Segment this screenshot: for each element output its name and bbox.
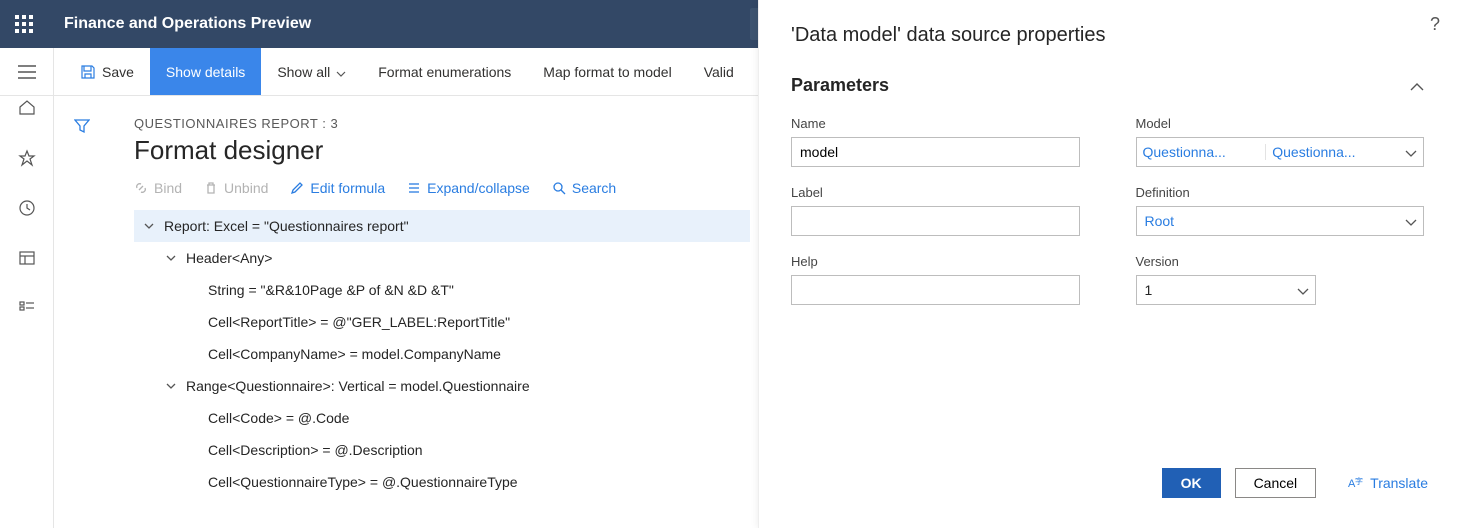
tree-row-label: Range<Questionnaire>: Vertical = model.Q… (186, 378, 530, 394)
tree-twist-icon[interactable] (140, 217, 158, 235)
translate-link[interactable]: A字 Translate (1348, 475, 1428, 491)
format-enum-label: Format enumerations (378, 64, 511, 80)
save-icon (80, 64, 96, 80)
parameters-section-header: Parameters (791, 75, 889, 96)
hamburger-menu[interactable] (0, 48, 54, 95)
tree-twist-icon (184, 409, 202, 427)
tree-twist-icon (184, 441, 202, 459)
tree-row[interactable]: Cell<Description> = @.Description (134, 434, 750, 466)
panel-title: 'Data model' data source properties (791, 24, 1424, 47)
definition-value: Root (1145, 213, 1175, 229)
tree-twist-icon[interactable] (162, 377, 180, 395)
svg-text:字: 字 (1355, 476, 1363, 486)
validate-label: Valid (704, 64, 734, 80)
link-icon (134, 181, 148, 195)
tree-row[interactable]: Report: Excel = "Questionnaires report" (134, 210, 750, 242)
model-label: Model (1136, 116, 1425, 131)
format-enumerations-button[interactable]: Format enumerations (362, 48, 527, 95)
definition-combo[interactable]: Root (1136, 206, 1425, 236)
tree-row-label: Cell<QuestionnaireType> = @.Questionnair… (208, 474, 518, 490)
label-label: Label (791, 185, 1080, 200)
tree-row[interactable]: Cell<CompanyName> = model.CompanyName (134, 338, 750, 370)
tree-row-label: Report: Excel = "Questionnaires report" (164, 218, 409, 234)
nav-workspaces-icon[interactable] (15, 246, 39, 270)
definition-label: Definition (1136, 185, 1425, 200)
tree-row[interactable]: Range<Questionnaire>: Vertical = model.Q… (134, 370, 750, 402)
breadcrumb: QUESTIONNAIRES REPORT : 3 (134, 116, 750, 131)
chevron-down-icon (1405, 144, 1417, 160)
model-value-2: Questionna... (1265, 144, 1395, 160)
ok-button[interactable]: OK (1162, 468, 1221, 498)
model-combo[interactable]: Questionna... Questionna... (1136, 137, 1425, 167)
menu-icon (18, 65, 36, 79)
tree-row[interactable]: Cell<ReportTitle> = @"GER_LABEL:ReportTi… (134, 306, 750, 338)
search-icon (552, 181, 566, 195)
help-label: Help (791, 254, 1080, 269)
save-button[interactable]: Save (64, 48, 150, 95)
tree-row-label: Cell<CompanyName> = model.CompanyName (208, 346, 501, 362)
cancel-button[interactable]: Cancel (1235, 468, 1317, 498)
tree-twist-icon (184, 281, 202, 299)
nav-home-icon[interactable] (15, 96, 39, 120)
tree-row-label: Cell<Code> = @.Code (208, 410, 349, 426)
app-title: Finance and Operations Preview (48, 15, 327, 33)
model-value-1: Questionna... (1137, 144, 1266, 160)
nav-modules-icon[interactable] (15, 296, 39, 320)
list-icon (407, 181, 421, 195)
trash-icon (204, 181, 218, 195)
tree-row-label: Cell<Description> = @.Description (208, 442, 423, 458)
version-label: Version (1136, 254, 1425, 269)
show-all-button[interactable]: Show all (261, 48, 362, 95)
tree-row-label: String = "&R&10Page &P of &N &D &T" (208, 282, 454, 298)
tree-row[interactable]: Cell<Code> = @.Code (134, 402, 750, 434)
chevron-down-icon (336, 64, 346, 80)
map-format-button[interactable]: Map format to model (527, 48, 687, 95)
name-field[interactable] (791, 137, 1080, 167)
tree-row[interactable]: String = "&R&10Page &P of &N &D &T" (134, 274, 750, 306)
collapse-section-icon[interactable] (1410, 78, 1424, 94)
edit-formula-button[interactable]: Edit formula (290, 180, 385, 196)
label-field[interactable] (791, 206, 1080, 236)
tree-row-label: Header<Any> (186, 250, 272, 266)
version-value: 1 (1145, 282, 1153, 298)
validate-button[interactable]: Valid (688, 48, 750, 95)
help-field[interactable] (791, 275, 1080, 305)
name-label: Name (791, 116, 1080, 131)
map-format-label: Map format to model (543, 64, 671, 80)
waffle-icon (15, 15, 33, 33)
show-all-label: Show all (277, 64, 330, 80)
save-label: Save (102, 64, 134, 80)
app-launcher[interactable] (0, 0, 48, 48)
chevron-down-icon (1297, 282, 1309, 298)
show-details-label: Show details (166, 64, 245, 80)
show-details-button[interactable]: Show details (150, 48, 261, 95)
tree-twist-icon (184, 473, 202, 491)
translate-label: Translate (1370, 475, 1428, 491)
tree-row[interactable]: Header<Any> (134, 242, 750, 274)
help-icon[interactable]: ? (1430, 14, 1440, 35)
pencil-icon (290, 181, 304, 195)
tree-search-button[interactable]: Search (552, 180, 616, 196)
nav-favorites-icon[interactable] (15, 146, 39, 170)
tree-twist-icon (184, 313, 202, 331)
tree-row[interactable]: Cell<QuestionnaireType> = @.Questionnair… (134, 466, 750, 498)
unbind-button[interactable]: Unbind (204, 180, 268, 196)
tree-twist-icon[interactable] (162, 249, 180, 267)
tree-twist-icon (184, 345, 202, 363)
chevron-down-icon (1405, 213, 1417, 229)
tree-row-label: Cell<ReportTitle> = @"GER_LABEL:ReportTi… (208, 314, 510, 330)
filter-icon[interactable] (74, 118, 90, 528)
version-combo[interactable]: 1 (1136, 275, 1316, 305)
expand-collapse-button[interactable]: Expand/collapse (407, 180, 530, 196)
bind-button[interactable]: Bind (134, 180, 182, 196)
page-title: Format designer (134, 135, 750, 166)
translate-icon: A字 (1348, 476, 1364, 490)
nav-recent-icon[interactable] (15, 196, 39, 220)
